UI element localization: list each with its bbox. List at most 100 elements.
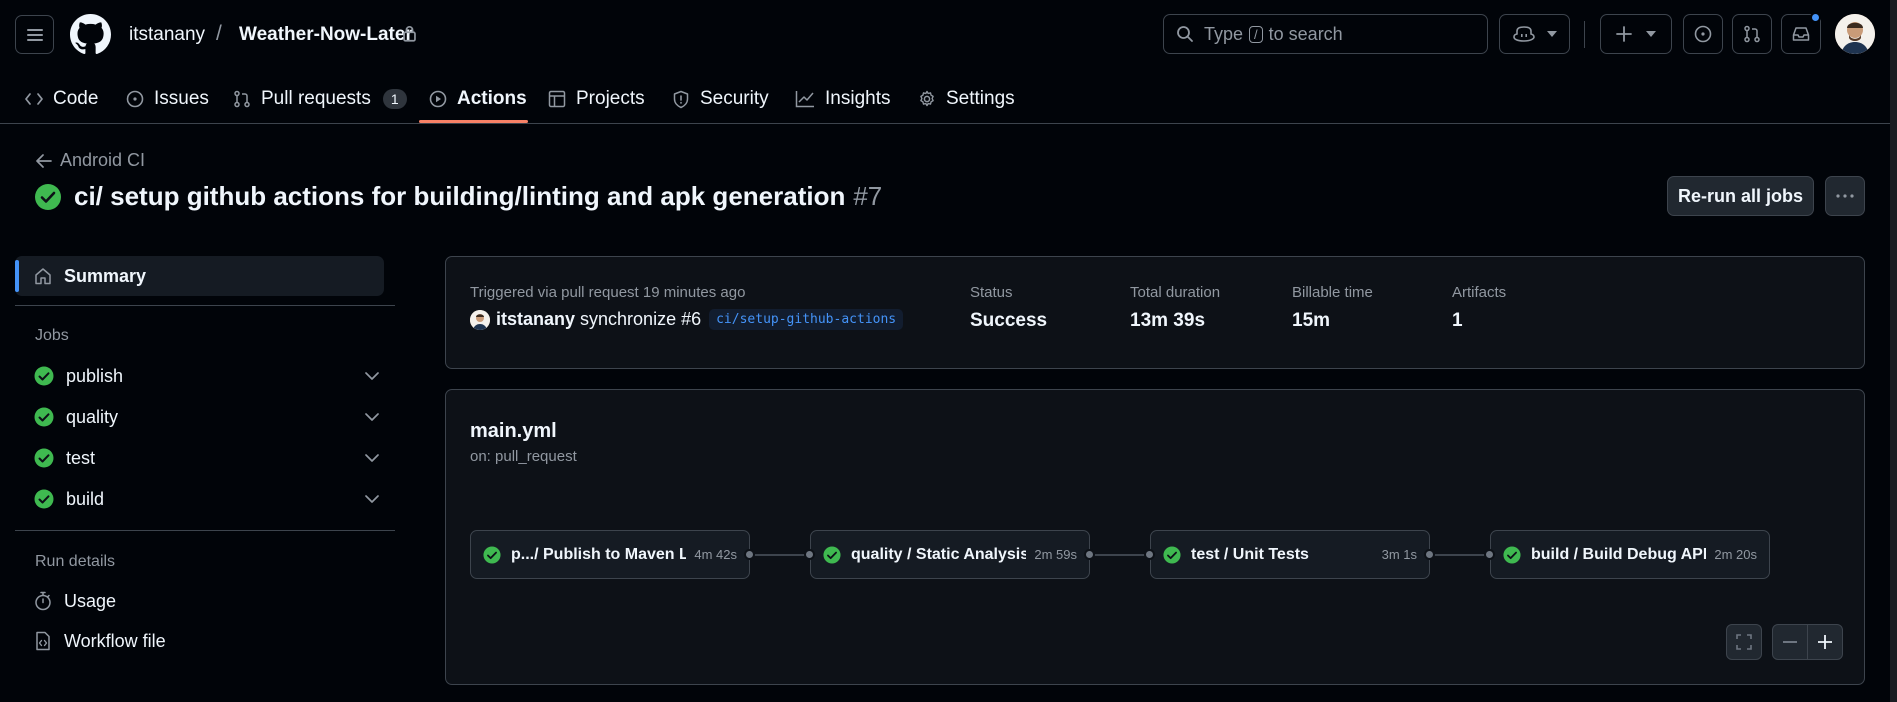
billable-time-value[interactable]: 15m xyxy=(1292,310,1330,332)
kebab-horizontal-icon xyxy=(1836,194,1854,198)
tab-actions[interactable]: Actions xyxy=(429,74,527,124)
event-text[interactable]: synchronize #6 xyxy=(580,309,701,330)
tab-pull-requests[interactable]: Pull requests 1 xyxy=(233,74,407,124)
check-circle-icon xyxy=(1503,545,1521,564)
workflow-graph-card: main.yml on: pull_request p.../ Publish … xyxy=(445,389,1865,685)
tab-projects[interactable]: Projects xyxy=(548,74,645,124)
active-tab-indicator xyxy=(419,120,528,123)
plus-icon xyxy=(1616,26,1632,42)
workflow-file-name[interactable]: main.yml xyxy=(470,420,557,443)
job-node-test[interactable]: test / Unit Tests 3m 1s xyxy=(1150,530,1430,579)
pull-requests-button[interactable] xyxy=(1732,14,1772,54)
zoom-out-button[interactable] xyxy=(1772,624,1808,660)
sidebar-item-workflow-file[interactable]: Workflow file xyxy=(34,625,166,657)
check-circle-icon xyxy=(35,183,61,210)
stopwatch-icon xyxy=(35,591,51,611)
tab-actions-label: Actions xyxy=(457,88,527,109)
total-duration-value: 13m 39s xyxy=(1130,310,1206,331)
page-scrollbar[interactable] xyxy=(1890,0,1897,702)
sidebar-divider xyxy=(15,305,395,306)
sidebar-job-publish[interactable]: publish xyxy=(34,360,379,392)
repo-name-link[interactable]: Weather-Now-Later xyxy=(239,24,413,46)
tab-security[interactable]: Security xyxy=(672,74,769,124)
tab-settings[interactable]: Settings xyxy=(918,74,1015,124)
pull-request-icon xyxy=(234,90,250,108)
connector-dot xyxy=(1084,549,1095,560)
pull-request-icon xyxy=(1744,25,1760,43)
tab-code[interactable]: Code xyxy=(25,74,98,124)
jobs-heading: Jobs xyxy=(35,327,69,344)
chevron-down-icon[interactable] xyxy=(365,413,379,421)
fullscreen-button[interactable] xyxy=(1726,624,1762,660)
sidebar-summary-label: Summary xyxy=(64,265,147,286)
check-circle-icon xyxy=(34,489,54,509)
fullscreen-icon xyxy=(1736,634,1752,650)
tab-security-label: Security xyxy=(700,88,769,109)
rerun-all-jobs-button[interactable]: Re-run all jobs xyxy=(1667,176,1814,216)
menu-button[interactable] xyxy=(15,15,54,54)
status-value: Success xyxy=(970,310,1048,331)
graph-icon xyxy=(795,91,814,108)
artifacts-value[interactable]: 1 xyxy=(1452,310,1463,332)
job-node-label: quality / Static Analysis xyxy=(851,545,1027,563)
chevron-down-icon[interactable] xyxy=(1646,31,1656,37)
more-options-button[interactable] xyxy=(1825,176,1865,216)
chevron-down-icon[interactable] xyxy=(365,454,379,462)
play-icon xyxy=(429,90,447,108)
back-to-workflow-link[interactable]: Android CI xyxy=(36,150,145,171)
tab-settings-label: Settings xyxy=(946,88,1015,109)
sidebar-job-test[interactable]: test xyxy=(34,442,379,474)
copilot-button[interactable] xyxy=(1499,14,1570,54)
actor-link[interactable]: itstanany xyxy=(496,309,575,330)
search-icon xyxy=(1177,26,1193,42)
sidebar-job-quality[interactable]: quality xyxy=(34,401,379,433)
job-connector xyxy=(1431,554,1491,556)
job-node-build[interactable]: build / Build Debug APK 2m 20s xyxy=(1490,530,1770,579)
run-number: #7 xyxy=(853,181,883,211)
search-input[interactable]: Type / to search xyxy=(1163,14,1488,54)
billable-time-label: Billable time xyxy=(1292,284,1373,301)
job-node-duration: 2m 20s xyxy=(1714,547,1757,562)
job-node-label: build / Build Debug APK xyxy=(1531,545,1707,563)
tab-insights[interactable]: Insights xyxy=(795,74,890,124)
issues-button[interactable] xyxy=(1683,14,1723,54)
tab-insights-label: Insights xyxy=(825,88,891,109)
pull-requests-count-badge: 1 xyxy=(382,89,407,109)
github-logo-icon[interactable] xyxy=(70,14,111,55)
chevron-down-icon[interactable] xyxy=(365,495,379,503)
connector-dot xyxy=(1484,549,1495,560)
chevron-down-icon[interactable] xyxy=(365,372,379,380)
job-node-quality[interactable]: quality / Static Analysis 2m 59s xyxy=(810,530,1090,579)
chevron-down-icon[interactable] xyxy=(1546,31,1557,37)
workflow-trigger: on: pull_request xyxy=(470,448,577,465)
user-avatar[interactable] xyxy=(1835,14,1875,54)
trigger-detail: itstanany synchronize #6 ci/setup-github… xyxy=(470,309,904,330)
job-connector xyxy=(1091,554,1151,556)
tab-issues-label: Issues xyxy=(154,88,209,109)
home-icon xyxy=(35,268,51,285)
search-shortcut-key: / xyxy=(1249,25,1263,43)
repo-owner-link[interactable]: itstanany xyxy=(129,24,205,46)
sidebar-workflow-file-label: Workflow file xyxy=(64,630,166,651)
tab-issues[interactable]: Issues xyxy=(126,74,209,124)
table-icon xyxy=(548,90,566,108)
check-circle-icon xyxy=(1163,545,1181,564)
back-link-label: Android CI xyxy=(60,150,146,170)
zoom-in-button[interactable] xyxy=(1807,624,1843,660)
sidebar-item-usage[interactable]: Usage xyxy=(34,585,116,617)
triggered-text: Triggered via pull request 19 minutes ag… xyxy=(470,284,746,301)
search-prefix: Type xyxy=(1204,23,1244,44)
job-connector xyxy=(751,554,811,556)
create-new-button[interactable] xyxy=(1600,14,1672,54)
sidebar-item-summary[interactable]: Summary xyxy=(15,256,384,296)
job-node-publish[interactable]: p.../ Publish to Maven L... 4m 42s xyxy=(470,530,750,579)
sidebar-job-build[interactable]: build xyxy=(34,483,379,515)
tab-code-label: Code xyxy=(53,88,99,109)
actor-avatar-image xyxy=(470,309,490,330)
artifacts-label: Artifacts xyxy=(1452,284,1507,301)
check-circle-icon xyxy=(34,366,54,386)
sidebar-divider xyxy=(15,530,395,531)
branch-badge[interactable]: ci/setup-github-actions xyxy=(709,309,904,330)
actor-avatar[interactable] xyxy=(470,309,490,330)
run-title-row: ci/ setup github actions for building/li… xyxy=(34,181,882,212)
